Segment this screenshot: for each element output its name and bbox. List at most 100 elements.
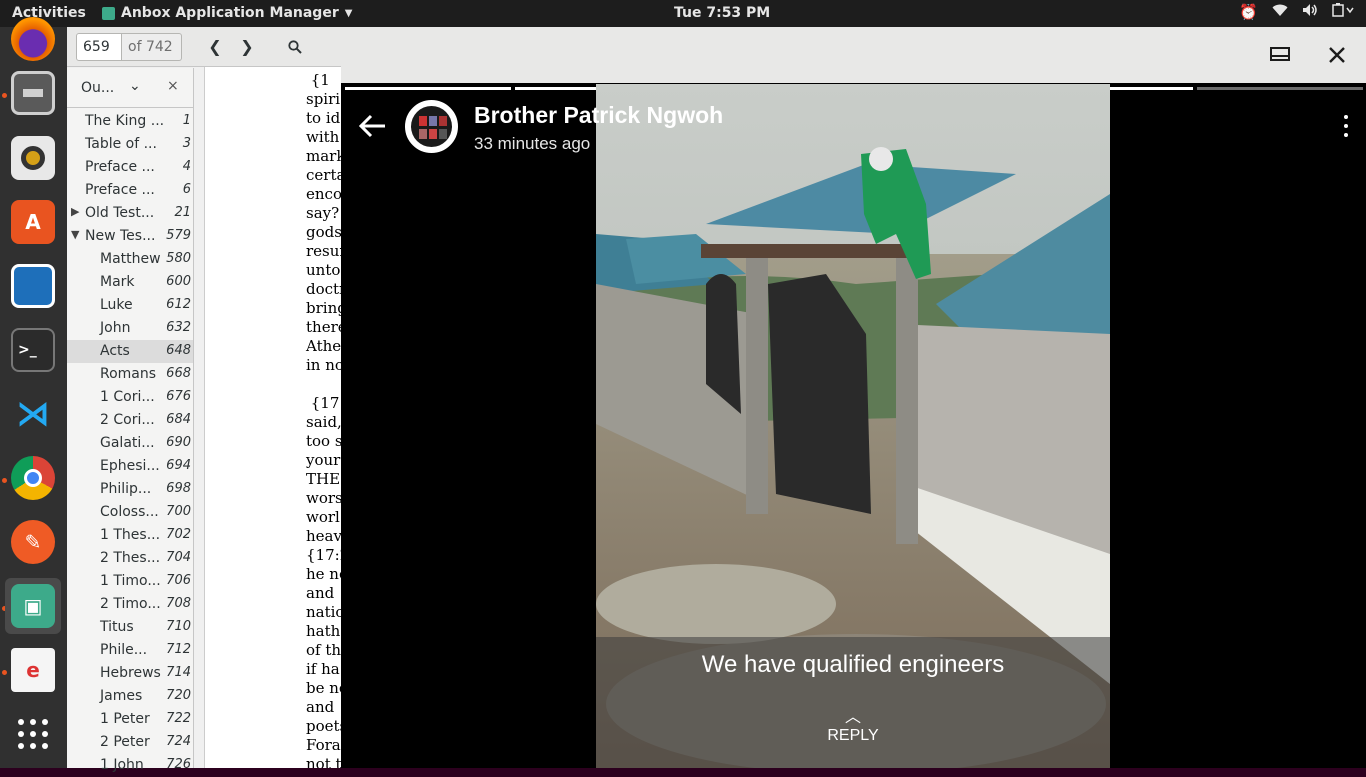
close-window-button[interactable] [1323,41,1351,69]
outline-item[interactable]: Romans 668 [67,363,193,386]
outline-item[interactable]: Luke 612 [67,294,193,317]
reply-label: REPLY [827,727,879,744]
dock-writer[interactable] [5,258,61,314]
outline-item[interactable]: Coloss... 700 [67,501,193,524]
more-options-icon[interactable] [1344,115,1348,142]
outline-item[interactable]: Galati... 690 [67,432,193,455]
outline-item-title: 1 Timo... [100,573,161,589]
close-sidebar-icon[interactable]: × [167,78,179,94]
outline-item[interactable]: Preface ... 6 [67,179,193,202]
outline-item-title: Mark [100,274,135,290]
dock-document-viewer[interactable]: e [5,642,61,698]
sidebar-mode-select[interactable]: Ou... [81,80,114,96]
story-author[interactable]: Brother Patrick Ngwoh [474,102,723,129]
back-button[interactable] [358,111,387,146]
outline-item[interactable]: 2 Timo... 708 [67,593,193,616]
collapse-icon[interactable]: ▼ [71,228,79,241]
dock-files[interactable] [5,65,61,121]
dock-chrome[interactable] [5,450,61,506]
outline-item-title: 2 Timo... [100,596,161,612]
outline-item-page: 690 [166,435,191,450]
reply-button[interactable]: ︿ REPLY [596,709,1110,745]
anbox-icon: ▣ [11,584,55,628]
document-viewer-icon: e [11,648,55,692]
outline-item[interactable]: Table of ... 3 [67,133,193,156]
outline-item-title: 1 Cori... [100,389,155,405]
outline-item-page: 3 [182,136,191,151]
search-button[interactable] [279,33,311,61]
expand-icon[interactable]: ▶ [71,205,79,218]
outline-item[interactable]: ▶ Old Test... 21 [67,202,193,225]
outline-item-page: 21 [174,205,191,220]
dock-firefox[interactable] [5,11,61,67]
dock-vscode[interactable]: ⋊ [5,386,61,442]
dock-app-grid[interactable] [5,706,61,762]
outline-item[interactable]: 2 Thes... 704 [67,547,193,570]
chevron-down-icon: ▼ [344,7,353,19]
dock-postman[interactable]: ✎ [5,514,61,570]
outline-item[interactable]: Titus 710 [67,616,193,639]
outline-item-title: Romans [100,366,157,382]
outline-item-page: 579 [166,228,191,243]
outline-item[interactable]: 1 John 726 [67,754,193,777]
outline-item-title: 1 Peter [100,711,150,727]
app-menu-label: Anbox Application Manager [121,5,339,21]
outline-item-title: The King ... [85,113,165,129]
outline-item[interactable]: John 632 [67,317,193,340]
outline-item[interactable]: Preface ... 4 [67,156,193,179]
outline-item-title: James [100,688,143,704]
outline-item[interactable]: 1 Timo... 706 [67,570,193,593]
app-menu[interactable]: Anbox Application Manager ▼ [102,5,352,21]
outline-item-title: Luke [100,297,133,313]
alarm-icon[interactable]: ⏰ [1239,3,1258,21]
dock-speaker[interactable] [5,130,61,186]
outline-item[interactable]: Ephesi... 694 [67,455,193,478]
outline-item[interactable]: Acts 648 [67,340,193,363]
restore-icon [1270,47,1290,61]
outline-item[interactable]: The King ... 1 [67,110,193,133]
outline-sidebar: Ou... ⌄ × The King ... 1 Table of ... 3 Pref… [67,68,194,773]
outline-item[interactable]: ▼ New Tes... 579 [67,225,193,248]
avatar[interactable] [405,100,458,153]
prev-page-button[interactable]: ❮ [199,33,231,61]
outline-item-title: Hebrews [100,665,161,681]
outline-item[interactable]: Hebrews 714 [67,662,193,685]
page-number-input[interactable]: 659 [76,33,122,61]
outline-item[interactable]: James 720 [67,685,193,708]
outline-item[interactable]: Mark 600 [67,271,193,294]
clock[interactable]: Tue 7:53 PM [674,5,770,21]
postman-icon: ✎ [11,520,55,564]
outline-item-title: 2 Peter [100,734,150,750]
outline-item-page: 684 [166,412,191,427]
anbox-window: Brother Patrick Ngwoh 33 minutes ago We … [341,27,1366,768]
battery-icon[interactable] [1332,3,1354,21]
chevron-down-icon[interactable]: ⌄ [129,78,141,94]
volume-icon[interactable] [1302,3,1318,21]
outline-item-title: Matthew [100,251,161,267]
outline-item-title: Coloss... [100,504,159,520]
outline-item-title: Galati... [100,435,155,451]
outline-item[interactable]: 2 Cori... 684 [67,409,193,432]
outline-item[interactable]: 1 Thes... 702 [67,524,193,547]
outline-item[interactable]: Matthew 580 [67,248,193,271]
restore-window-button[interactable] [1266,41,1294,69]
system-tray[interactable]: ⏰ [1239,3,1354,21]
outline-item-title: Philip... [100,481,152,497]
anbox-icon [102,6,115,20]
outline-item[interactable]: Phile... 712 [67,639,193,662]
chevron-up-icon: ︿ [844,709,861,726]
files-icon [11,71,55,115]
outline-item-title: John [100,320,131,336]
dock-ubuntu-software[interactable]: A [5,194,61,250]
outline-item-page: 694 [166,458,191,473]
dock-anbox[interactable]: ▣ [5,578,61,634]
outline-item[interactable]: 1 Peter 722 [67,708,193,731]
outline-item[interactable]: 1 Cori... 676 [67,386,193,409]
wifi-icon[interactable] [1272,3,1288,21]
dock-terminal[interactable]: >_ [5,322,61,378]
firefox-icon [11,17,55,61]
outline-item[interactable]: 2 Peter 724 [67,731,193,754]
outline-item-page: 712 [166,642,191,657]
outline-item[interactable]: Philip... 698 [67,478,193,501]
next-page-button[interactable]: ❯ [231,33,263,61]
